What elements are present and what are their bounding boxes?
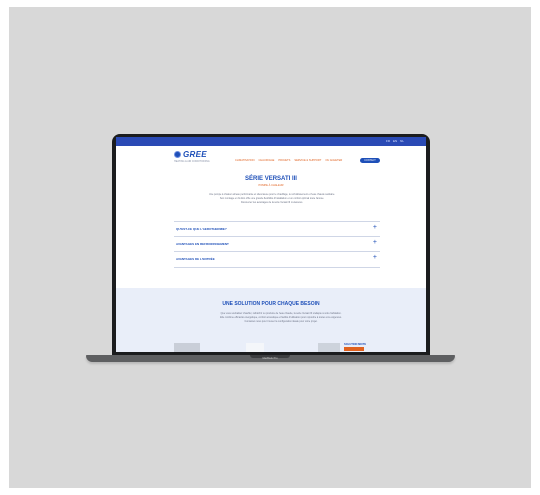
plus-icon[interactable]: +	[373, 254, 377, 261]
laptop-screen: FR EN NL GREE HEATING & AIR CONDITIONING…	[116, 137, 426, 352]
logo-text: GREE	[183, 150, 207, 159]
intro-text: Une pompe à chaleur air/eau performante …	[174, 193, 370, 204]
language-links: FR EN NL	[386, 139, 404, 143]
nav-item-projets[interactable]: PROJETS	[278, 159, 290, 162]
contact-button[interactable]: CONTACT	[360, 158, 380, 163]
language-link[interactable]: EN	[393, 139, 397, 143]
solution-accent-bar	[344, 347, 364, 351]
mockup-image: FR EN NL GREE HEATING & AIR CONDITIONING…	[0, 0, 540, 495]
plus-icon[interactable]: +	[373, 239, 377, 246]
language-link[interactable]: NL	[400, 139, 404, 143]
main-nav: CLIMATISATION CHAUFFAGE PROJETS SERVICE …	[235, 159, 342, 162]
product-image	[174, 343, 200, 352]
page-subtitle: POMPE À CHALEUR	[258, 184, 284, 187]
nav-item-climatisation[interactable]: CLIMATISATION	[235, 159, 255, 162]
plus-icon[interactable]: +	[373, 224, 377, 231]
nav-item-chauffage[interactable]: CHAUFFAGE	[259, 159, 275, 162]
logo-subtitle: HEATING & AIR CONDITIONING	[174, 160, 210, 163]
accordion-label: AVANTAGES EN REFROIDISSEMENT	[176, 242, 229, 246]
section-text: Que vous souhaitiez chauffer, rafraîchir…	[176, 312, 386, 323]
language-link[interactable]: FR	[386, 139, 390, 143]
section-text-line: Contactez-nous pour trouver la configura…	[244, 319, 318, 323]
intro-line: Découvrez les avantages de la série Vers…	[241, 200, 303, 204]
laptop-model-label: MacBook Pro	[262, 357, 278, 360]
top-bar: FR EN NL	[116, 137, 426, 146]
section-title: UNE SOLUTION POUR CHAQUE BESOIN	[222, 301, 320, 307]
nav-item-where-to-buy[interactable]: OU ACHETER	[325, 159, 342, 162]
accordion-item[interactable]: AVANTAGES EN REFROIDISSEMENT +	[174, 236, 380, 252]
solution-link[interactable]: SOLUTION MIXTE	[344, 343, 366, 346]
site-logo[interactable]: GREE	[174, 150, 207, 159]
logo-icon	[174, 151, 181, 158]
accordion-label: QU'EST-CE QUE L'AEROTHERMIE?	[176, 227, 227, 231]
page-title: SÉRIE VERSATI III	[245, 176, 297, 182]
accordion-label: AVANTAGES DE L'ENTRÉE	[176, 257, 215, 261]
nav-item-support[interactable]: SERVICE & SUPPORT	[294, 159, 321, 162]
accordion-item[interactable]: AVANTAGES DE L'ENTRÉE +	[174, 251, 380, 268]
accordion-item[interactable]: QU'EST-CE QUE L'AEROTHERMIE? +	[174, 221, 380, 237]
product-image	[318, 343, 340, 352]
solution-section: UNE SOLUTION POUR CHAQUE BESOIN Que vous…	[116, 288, 426, 352]
product-image	[246, 343, 264, 352]
